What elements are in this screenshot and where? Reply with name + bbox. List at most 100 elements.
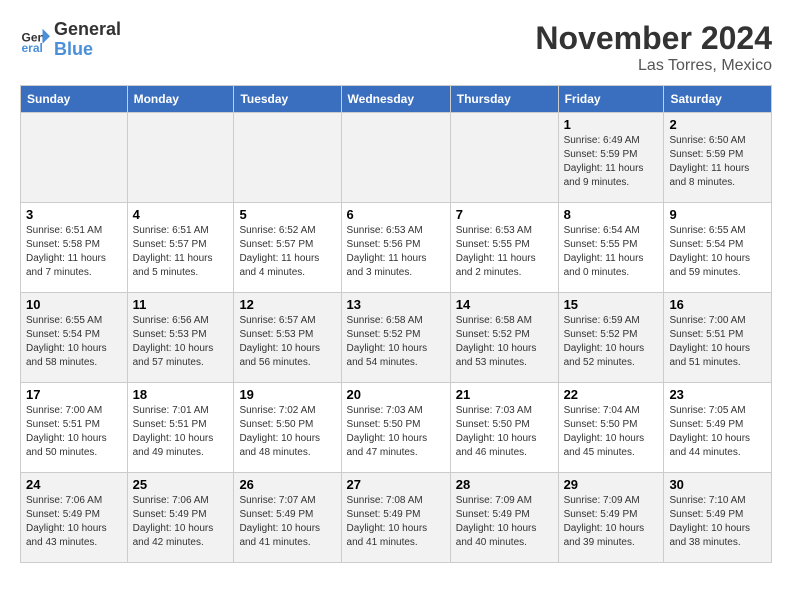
day-number: 18 (133, 387, 229, 402)
day-number: 29 (564, 477, 659, 492)
col-header-saturday: Saturday (664, 86, 772, 113)
calendar-cell: 25 Sunrise: 7:06 AM Sunset: 5:49 PM Dayli… (127, 473, 234, 563)
day-number: 22 (564, 387, 659, 402)
logo-icon: Gen eral (20, 25, 50, 55)
day-number: 25 (133, 477, 229, 492)
week-row-2: 3Sunrise: 6:51 AM Sunset: 5:58 PM Daylig… (21, 203, 772, 293)
calendar-cell: 16 Sunrise: 7:00 AM Sunset: 5:51 PM Dayli… (664, 293, 772, 383)
title-section: November 2024 Las Torres, Mexico (535, 20, 772, 75)
calendar-cell: 28Sunrise: 7:09 AM Sunset: 5:49 PM Dayli… (450, 473, 558, 563)
day-info: Sunrise: 7:05 AM Sunset: 5:49 PM Dayligh… (669, 404, 766, 460)
calendar-cell: 2 Sunrise: 6:50 AM Sunset: 5:59 PM Daylig… (664, 113, 772, 203)
calendar-cell: 6Sunrise: 6:53 AM Sunset: 5:56 PM Daylig… (341, 203, 450, 293)
calendar-cell (21, 113, 128, 203)
calendar-cell: 24Sunrise: 7:06 AM Sunset: 5:49 PM Dayli… (21, 473, 128, 563)
calendar-cell: 13 Sunrise: 6:58 AM Sunset: 5:52 PM Dayli… (341, 293, 450, 383)
day-number: 10 (26, 297, 122, 312)
day-info: Sunrise: 6:50 AM Sunset: 5:59 PM Dayligh… (669, 134, 766, 190)
day-number: 19 (239, 387, 335, 402)
col-header-friday: Friday (558, 86, 664, 113)
calendar-cell: 18 Sunrise: 7:01 AM Sunset: 5:51 PM Dayli… (127, 383, 234, 473)
calendar-cell: 23 Sunrise: 7:05 AM Sunset: 5:49 PM Dayli… (664, 383, 772, 473)
day-number: 30 (669, 477, 766, 492)
day-info: Sunrise: 7:08 AM Sunset: 5:49 PM Dayligh… (347, 494, 445, 550)
calendar-cell: 8 Sunrise: 6:54 AM Sunset: 5:55 PM Daylig… (558, 203, 664, 293)
calendar-cell: 3Sunrise: 6:51 AM Sunset: 5:58 PM Daylig… (21, 203, 128, 293)
week-row-3: 10 Sunrise: 6:55 AM Sunset: 5:54 PM Dayli… (21, 293, 772, 383)
week-row-5: 24 Sunrise: 7:06 AM Sunset: 5:49 PM Dayli… (21, 473, 772, 563)
day-number: 1 (564, 117, 659, 132)
col-header-thursday: Thursday (450, 86, 558, 113)
day-info: Sunrise: 7:04 AM Sunset: 5:50 PM Dayligh… (564, 404, 659, 460)
page-header: Gen eral General Blue November 2024 Las … (20, 20, 772, 75)
col-header-monday: Monday (127, 86, 234, 113)
day-info: Sunrise: 7:00 AM Sunset: 5:51 PM Dayligh… (669, 314, 766, 370)
day-number: 21 (456, 387, 553, 402)
logo: Gen eral General Blue (20, 20, 121, 60)
day-number: 17 (26, 387, 122, 402)
calendar-cell: 5 Sunrise: 6:52 AM Sunset: 5:57 PM Daylig… (234, 203, 341, 293)
calendar-cell: 26 Sunrise: 7:07 AM Sunset: 5:49 PM Dayli… (234, 473, 341, 563)
day-info: Sunrise: 7:09 AM Sunset: 5:49 PM Dayligh… (456, 494, 553, 550)
calendar-header-row: SundayMondayTuesdayWednesdayThursdayFrid… (21, 86, 772, 113)
calendar-table: SundayMondayTuesdayWednesdayThursdayFrid… (20, 85, 772, 563)
day-number: 16 (669, 297, 766, 312)
day-number: 14 (456, 297, 553, 312)
location-title: Las Torres, Mexico (535, 57, 772, 75)
calendar-cell: 7 Sunrise: 6:53 AM Sunset: 5:55 PM Daylig… (450, 203, 558, 293)
calendar-cell: 1 Sunrise: 6:49 AM Sunset: 5:59 PM Daylig… (558, 113, 664, 203)
calendar-cell: 10 Sunrise: 6:55 AM Sunset: 5:54 PM Dayli… (21, 293, 128, 383)
day-info: Sunrise: 7:01 AM Sunset: 5:51 PM Dayligh… (133, 404, 229, 460)
calendar-cell (341, 113, 450, 203)
day-number: 24 (26, 477, 122, 492)
calendar-cell: 29Sunrise: 7:09 AM Sunset: 5:49 PM Dayli… (558, 473, 664, 563)
day-info: Sunrise: 7:02 AM Sunset: 5:50 PM Dayligh… (239, 404, 335, 460)
calendar-cell: 21 Sunrise: 7:03 AM Sunset: 5:50 PM Dayli… (450, 383, 558, 473)
day-info: Sunrise: 6:56 AM Sunset: 5:53 PM Dayligh… (133, 314, 229, 370)
day-number: 8 (564, 207, 659, 222)
calendar-cell: 9 Sunrise: 6:55 AM Sunset: 5:54 PM Daylig… (664, 203, 772, 293)
day-info: Sunrise: 7:06 AM Sunset: 5:49 PM Dayligh… (133, 494, 229, 550)
month-title: November 2024 (535, 20, 772, 57)
day-info: Sunrise: 6:58 AM Sunset: 5:52 PM Dayligh… (456, 314, 553, 370)
day-number: 9 (669, 207, 766, 222)
day-number: 13 (347, 297, 445, 312)
svg-text:eral: eral (22, 41, 43, 55)
calendar-cell: 20 Sunrise: 7:03 AM Sunset: 5:50 PM Dayli… (341, 383, 450, 473)
day-info: Sunrise: 6:55 AM Sunset: 5:54 PM Dayligh… (26, 314, 122, 370)
calendar-cell (450, 113, 558, 203)
day-info: Sunrise: 6:54 AM Sunset: 5:55 PM Dayligh… (564, 224, 659, 280)
day-info: Sunrise: 6:51 AM Sunset: 5:57 PM Dayligh… (133, 224, 229, 280)
calendar-cell: 15 Sunrise: 6:59 AM Sunset: 5:52 PM Dayli… (558, 293, 664, 383)
day-info: Sunrise: 6:58 AM Sunset: 5:52 PM Dayligh… (347, 314, 445, 370)
day-info: Sunrise: 6:55 AM Sunset: 5:54 PM Dayligh… (669, 224, 766, 280)
day-number: 5 (239, 207, 335, 222)
day-info: Sunrise: 7:03 AM Sunset: 5:50 PM Dayligh… (347, 404, 445, 460)
day-number: 12 (239, 297, 335, 312)
calendar-cell: 27Sunrise: 7:08 AM Sunset: 5:49 PM Dayli… (341, 473, 450, 563)
calendar-cell (127, 113, 234, 203)
day-number: 26 (239, 477, 335, 492)
day-number: 2 (669, 117, 766, 132)
day-info: Sunrise: 6:49 AM Sunset: 5:59 PM Dayligh… (564, 134, 659, 190)
day-number: 15 (564, 297, 659, 312)
calendar-cell (234, 113, 341, 203)
col-header-sunday: Sunday (21, 86, 128, 113)
day-number: 23 (669, 387, 766, 402)
day-number: 6 (347, 207, 445, 222)
day-number: 11 (133, 297, 229, 312)
day-info: Sunrise: 6:59 AM Sunset: 5:52 PM Dayligh… (564, 314, 659, 370)
day-number: 4 (133, 207, 229, 222)
day-number: 7 (456, 207, 553, 222)
day-info: Sunrise: 7:07 AM Sunset: 5:49 PM Dayligh… (239, 494, 335, 550)
day-info: Sunrise: 6:52 AM Sunset: 5:57 PM Dayligh… (239, 224, 335, 280)
day-info: Sunrise: 6:57 AM Sunset: 5:53 PM Dayligh… (239, 314, 335, 370)
day-info: Sunrise: 6:53 AM Sunset: 5:55 PM Dayligh… (456, 224, 553, 280)
day-info: Sunrise: 7:00 AM Sunset: 5:51 PM Dayligh… (26, 404, 122, 460)
week-row-1: 1 Sunrise: 6:49 AM Sunset: 5:59 PM Daylig… (21, 113, 772, 203)
calendar-cell: 14 Sunrise: 6:58 AM Sunset: 5:52 PM Dayli… (450, 293, 558, 383)
day-number: 20 (347, 387, 445, 402)
day-info: Sunrise: 7:03 AM Sunset: 5:50 PM Dayligh… (456, 404, 553, 460)
col-header-wednesday: Wednesday (341, 86, 450, 113)
calendar-cell: 12 Sunrise: 6:57 AM Sunset: 5:53 PM Dayli… (234, 293, 341, 383)
